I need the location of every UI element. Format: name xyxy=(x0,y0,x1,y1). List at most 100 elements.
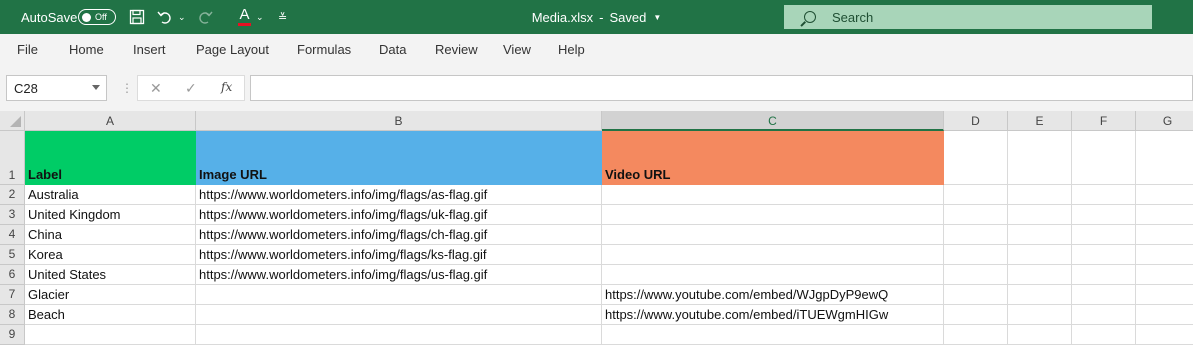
tab-home[interactable]: Home xyxy=(69,42,104,57)
cell-label[interactable]: United States xyxy=(25,265,196,285)
cell[interactable] xyxy=(1072,245,1136,265)
cell-label[interactable]: Korea xyxy=(25,245,196,265)
cell[interactable] xyxy=(944,265,1008,285)
cell[interactable] xyxy=(1008,245,1072,265)
cell-image-url[interactable] xyxy=(196,305,602,325)
autosave-toggle[interactable]: Off xyxy=(78,9,116,25)
header-cell-image-url[interactable]: Image URL xyxy=(196,131,602,185)
cell-image-url[interactable]: https://www.worldometers.info/img/flags/… xyxy=(196,265,602,285)
tab-review[interactable]: Review xyxy=(435,42,478,57)
cell[interactable] xyxy=(1072,285,1136,305)
row-header-2[interactable]: 2 xyxy=(0,185,25,205)
cell[interactable] xyxy=(1008,265,1072,285)
cell[interactable] xyxy=(944,325,1008,345)
cell-label[interactable]: United Kingdom xyxy=(25,205,196,225)
column-header-g[interactable]: G xyxy=(1136,111,1193,131)
cell[interactable] xyxy=(1136,185,1193,205)
row-header-3[interactable]: 3 xyxy=(0,205,25,225)
cell-video-url[interactable] xyxy=(602,265,944,285)
row-header-5[interactable]: 5 xyxy=(0,245,25,265)
cell-image-url[interactable] xyxy=(196,325,602,345)
cell[interactable] xyxy=(1072,205,1136,225)
row-header-7[interactable]: 7 xyxy=(0,285,25,305)
row-header-8[interactable]: 8 xyxy=(0,305,25,325)
cell-video-url[interactable]: https://www.youtube.com/embed/iTUEWgmHIG… xyxy=(602,305,944,325)
saved-status[interactable]: Saved xyxy=(609,10,646,25)
column-header-a[interactable]: A xyxy=(25,111,196,131)
cell-image-url[interactable]: https://www.worldometers.info/img/flags/… xyxy=(196,245,602,265)
name-box-dropdown-icon[interactable] xyxy=(92,85,100,90)
cell-video-url[interactable] xyxy=(602,185,944,205)
enter-check-icon[interactable]: ✓ xyxy=(185,80,197,97)
cell[interactable] xyxy=(944,205,1008,225)
font-color-icon[interactable]: A xyxy=(238,0,251,34)
cell[interactable] xyxy=(944,245,1008,265)
cell[interactable] xyxy=(1072,325,1136,345)
cell[interactable] xyxy=(1072,185,1136,205)
cell[interactable] xyxy=(944,131,1008,185)
cell-label[interactable]: Beach xyxy=(25,305,196,325)
tab-file[interactable]: File xyxy=(17,42,38,57)
tab-help[interactable]: Help xyxy=(558,42,585,57)
select-all-button[interactable] xyxy=(0,111,25,131)
cell[interactable] xyxy=(1008,305,1072,325)
title-chevron-icon[interactable]: ▼ xyxy=(653,13,661,22)
cell[interactable] xyxy=(1072,131,1136,185)
tab-page-layout[interactable]: Page Layout xyxy=(196,42,269,57)
cell[interactable] xyxy=(1072,265,1136,285)
insert-function-icon[interactable]: fx xyxy=(221,80,232,94)
cell[interactable] xyxy=(1008,131,1072,185)
row-header-4[interactable]: 4 xyxy=(0,225,25,245)
cell-video-url[interactable] xyxy=(602,205,944,225)
row-header-9[interactable]: 9 xyxy=(0,325,25,345)
cell-label[interactable] xyxy=(25,325,196,345)
cell-video-url[interactable] xyxy=(602,225,944,245)
cell-image-url[interactable] xyxy=(196,285,602,305)
cell-image-url[interactable]: https://www.worldometers.info/img/flags/… xyxy=(196,225,602,245)
formula-bar-grip-icon[interactable]: ⋮ xyxy=(121,81,133,95)
cell[interactable] xyxy=(944,225,1008,245)
cell[interactable] xyxy=(1008,225,1072,245)
font-color-dropdown-icon[interactable]: ⌄ xyxy=(256,0,264,34)
cell[interactable] xyxy=(1072,225,1136,245)
cell[interactable] xyxy=(1136,285,1193,305)
cell-video-url[interactable] xyxy=(602,245,944,265)
save-icon[interactable] xyxy=(129,0,145,34)
column-header-c[interactable]: C xyxy=(602,111,944,131)
file-name[interactable]: Media.xlsx xyxy=(532,10,593,25)
column-header-f[interactable]: F xyxy=(1072,111,1136,131)
cell[interactable] xyxy=(1136,305,1193,325)
cell-label[interactable]: Glacier xyxy=(25,285,196,305)
cell[interactable] xyxy=(1136,245,1193,265)
tab-data[interactable]: Data xyxy=(379,42,406,57)
row-header-6[interactable]: 6 xyxy=(0,265,25,285)
formula-input[interactable] xyxy=(250,75,1193,101)
cell[interactable] xyxy=(1008,325,1072,345)
cell[interactable] xyxy=(1136,205,1193,225)
cell[interactable] xyxy=(1008,185,1072,205)
cell[interactable] xyxy=(1136,265,1193,285)
cell[interactable] xyxy=(944,305,1008,325)
cell[interactable] xyxy=(1008,285,1072,305)
cell[interactable] xyxy=(1008,205,1072,225)
cell[interactable] xyxy=(1136,225,1193,245)
undo-icon[interactable] xyxy=(157,0,173,34)
cell-image-url[interactable]: https://www.worldometers.info/img/flags/… xyxy=(196,185,602,205)
undo-dropdown-icon[interactable]: ⌄ xyxy=(178,0,186,34)
row-header-1[interactable]: 1 xyxy=(0,131,25,185)
cell[interactable] xyxy=(944,185,1008,205)
redo-icon[interactable] xyxy=(197,0,213,34)
name-box[interactable]: C28 xyxy=(6,75,107,101)
column-header-b[interactable]: B xyxy=(196,111,602,131)
cell-label[interactable]: Australia xyxy=(25,185,196,205)
column-header-e[interactable]: E xyxy=(1008,111,1072,131)
tab-formulas[interactable]: Formulas xyxy=(297,42,351,57)
cell[interactable] xyxy=(1072,305,1136,325)
cell-label[interactable]: China xyxy=(25,225,196,245)
cell-image-url[interactable]: https://www.worldometers.info/img/flags/… xyxy=(196,205,602,225)
cell-video-url[interactable]: https://www.youtube.com/embed/WJgpDyP9ew… xyxy=(602,285,944,305)
cancel-icon[interactable]: ✕ xyxy=(150,80,162,97)
tab-view[interactable]: View xyxy=(503,42,531,57)
cell-video-url[interactable] xyxy=(602,325,944,345)
search-box[interactable]: Search xyxy=(784,5,1152,29)
